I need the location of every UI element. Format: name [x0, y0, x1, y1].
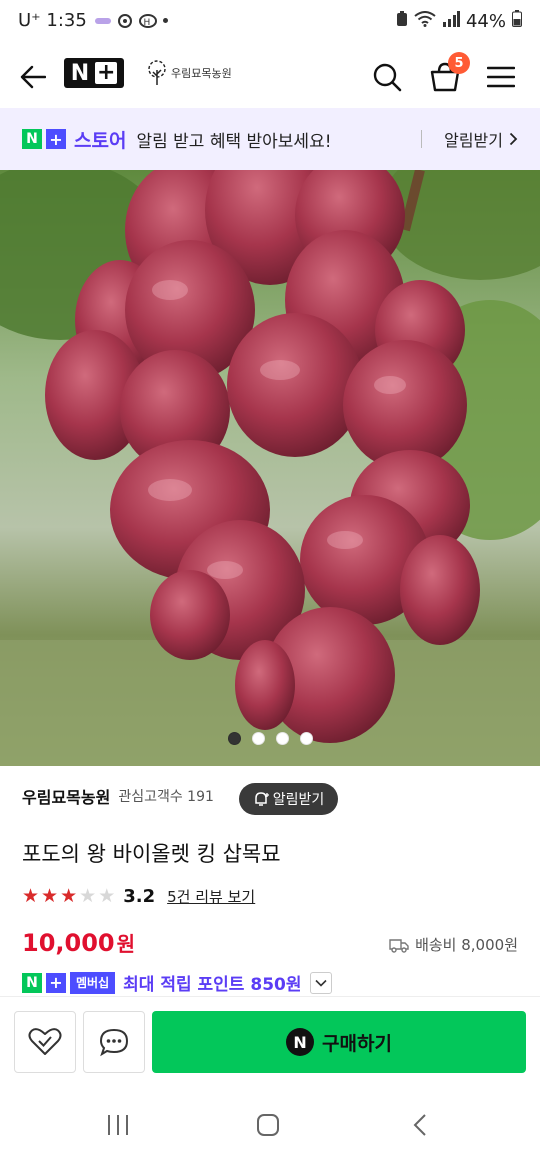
price-value: 10,000	[22, 929, 115, 957]
product-title: 포도의 왕 바이올렛 킹 삽목묘	[22, 842, 281, 866]
star-icon: ★	[22, 885, 40, 907]
heart-check-icon	[28, 1028, 62, 1055]
carousel-dot-3[interactable]	[275, 732, 289, 745]
star-icon: ★	[60, 885, 78, 907]
back-chevron-icon	[413, 1114, 426, 1136]
recent-apps-button[interactable]	[98, 1110, 138, 1140]
star-icon: ★	[79, 885, 97, 907]
farm-store-logo[interactable]: 우림묘목농원	[146, 58, 232, 88]
status-bar: U⁺ 1:35 H 44%	[0, 0, 540, 46]
carousel-dot-2[interactable]	[251, 732, 265, 745]
membership-tag: 멤버십	[70, 971, 116, 994]
system-navigation-bar	[0, 1090, 540, 1158]
back-button[interactable]	[10, 54, 56, 100]
carousel-dot-1[interactable]	[227, 732, 241, 745]
home-button[interactable]	[248, 1110, 288, 1140]
menu-button[interactable]	[478, 54, 524, 100]
membership-plus-icon: +	[46, 972, 66, 993]
chevron-right-icon	[509, 132, 518, 146]
buy-button[interactable]: N 구매하기	[152, 1011, 526, 1073]
product-price: 10,000 원	[22, 928, 135, 957]
banner-message: 알림 받고 혜택 받아보세요!	[136, 131, 332, 152]
signal-icon	[442, 10, 460, 32]
banner-cta-label: 알림받기	[444, 131, 503, 150]
rating-row: ★ ★ ★ ★ ★ 3.2 5건 리뷰 보기	[22, 886, 255, 907]
recent-apps-icon	[108, 1115, 128, 1135]
price-unit: 원	[116, 932, 136, 956]
naver-pay-icon: N	[286, 1028, 315, 1056]
back-arrow-icon	[20, 65, 46, 89]
battery-percent: 44%	[465, 10, 506, 32]
membership-points-row[interactable]: N + 멤버십 최대 적립 포인트 850원	[22, 970, 332, 995]
wifi-icon	[414, 10, 436, 32]
points-expand-button[interactable]	[309, 971, 332, 994]
naver-plus-store-logo: N + 스토어	[22, 126, 126, 153]
product-image-carousel[interactable]	[0, 170, 540, 766]
star-icon: ★	[98, 885, 116, 907]
points-text: 최대 적립 포인트 850원	[123, 975, 302, 995]
chevron-down-icon	[314, 979, 327, 987]
star-icon: ★	[41, 885, 59, 907]
store-plus: +	[46, 129, 66, 149]
store-n: N	[22, 129, 42, 149]
carousel-indicator	[0, 732, 540, 745]
cart-button[interactable]: 5	[422, 52, 470, 100]
logo-n: N	[70, 60, 90, 86]
battery-icon	[512, 10, 522, 32]
grape-photo	[0, 170, 540, 766]
carrier-time: U⁺ 1:35	[18, 10, 87, 31]
notification-icons: H	[94, 13, 168, 29]
talk-button[interactable]	[83, 1011, 145, 1073]
battery-saver-icon	[396, 10, 408, 32]
reviews-link[interactable]: 5건 리뷰 보기	[167, 886, 255, 907]
store-name: 스토어	[74, 129, 127, 152]
farm-logo-text: 우림묘목농원	[171, 67, 232, 80]
svg-text:H: H	[143, 18, 150, 28]
membership-n-icon: N	[22, 972, 42, 993]
store-notification-banner[interactable]: N + 스토어 알림 받고 혜택 받아보세요! 알림받기	[0, 108, 540, 170]
seller-alert-label: 알림받기	[272, 792, 325, 808]
purchase-action-bar: N 구매하기	[0, 996, 540, 1088]
seller-row: 우림묘목농원 관심고객수 191	[22, 784, 214, 808]
rating-score: 3.2	[123, 886, 156, 907]
cart-count-badge: 5	[448, 52, 470, 74]
truck-icon	[389, 938, 409, 953]
tree-icon	[148, 60, 166, 85]
banner-alert-button[interactable]: 알림받기	[444, 127, 518, 151]
bell-plus-icon	[254, 792, 269, 806]
wishlist-button[interactable]	[14, 1011, 76, 1073]
chat-bubble-icon	[99, 1028, 129, 1057]
home-icon	[257, 1114, 279, 1136]
search-icon	[373, 63, 402, 92]
shipping-fee: 배송비 8,000원	[389, 934, 518, 955]
seller-alert-button[interactable]: 알림받기	[239, 783, 338, 815]
plus-icon: +	[95, 60, 118, 85]
back-nav-button[interactable]	[400, 1110, 440, 1140]
carousel-dot-4[interactable]	[299, 732, 313, 745]
shipping-text: 배송비 8,000원	[415, 936, 518, 954]
follower-count: 관심고객수 191	[118, 789, 214, 805]
buy-label: 구매하기	[322, 1032, 392, 1055]
search-button[interactable]	[364, 54, 410, 100]
seller-name[interactable]: 우림묘목농원	[22, 784, 110, 808]
menu-icon	[487, 66, 515, 88]
top-app-bar: N + 우림묘목농원 5	[0, 46, 540, 108]
banner-divider	[421, 130, 422, 148]
naver-plus-home-logo[interactable]: N +	[64, 58, 124, 88]
